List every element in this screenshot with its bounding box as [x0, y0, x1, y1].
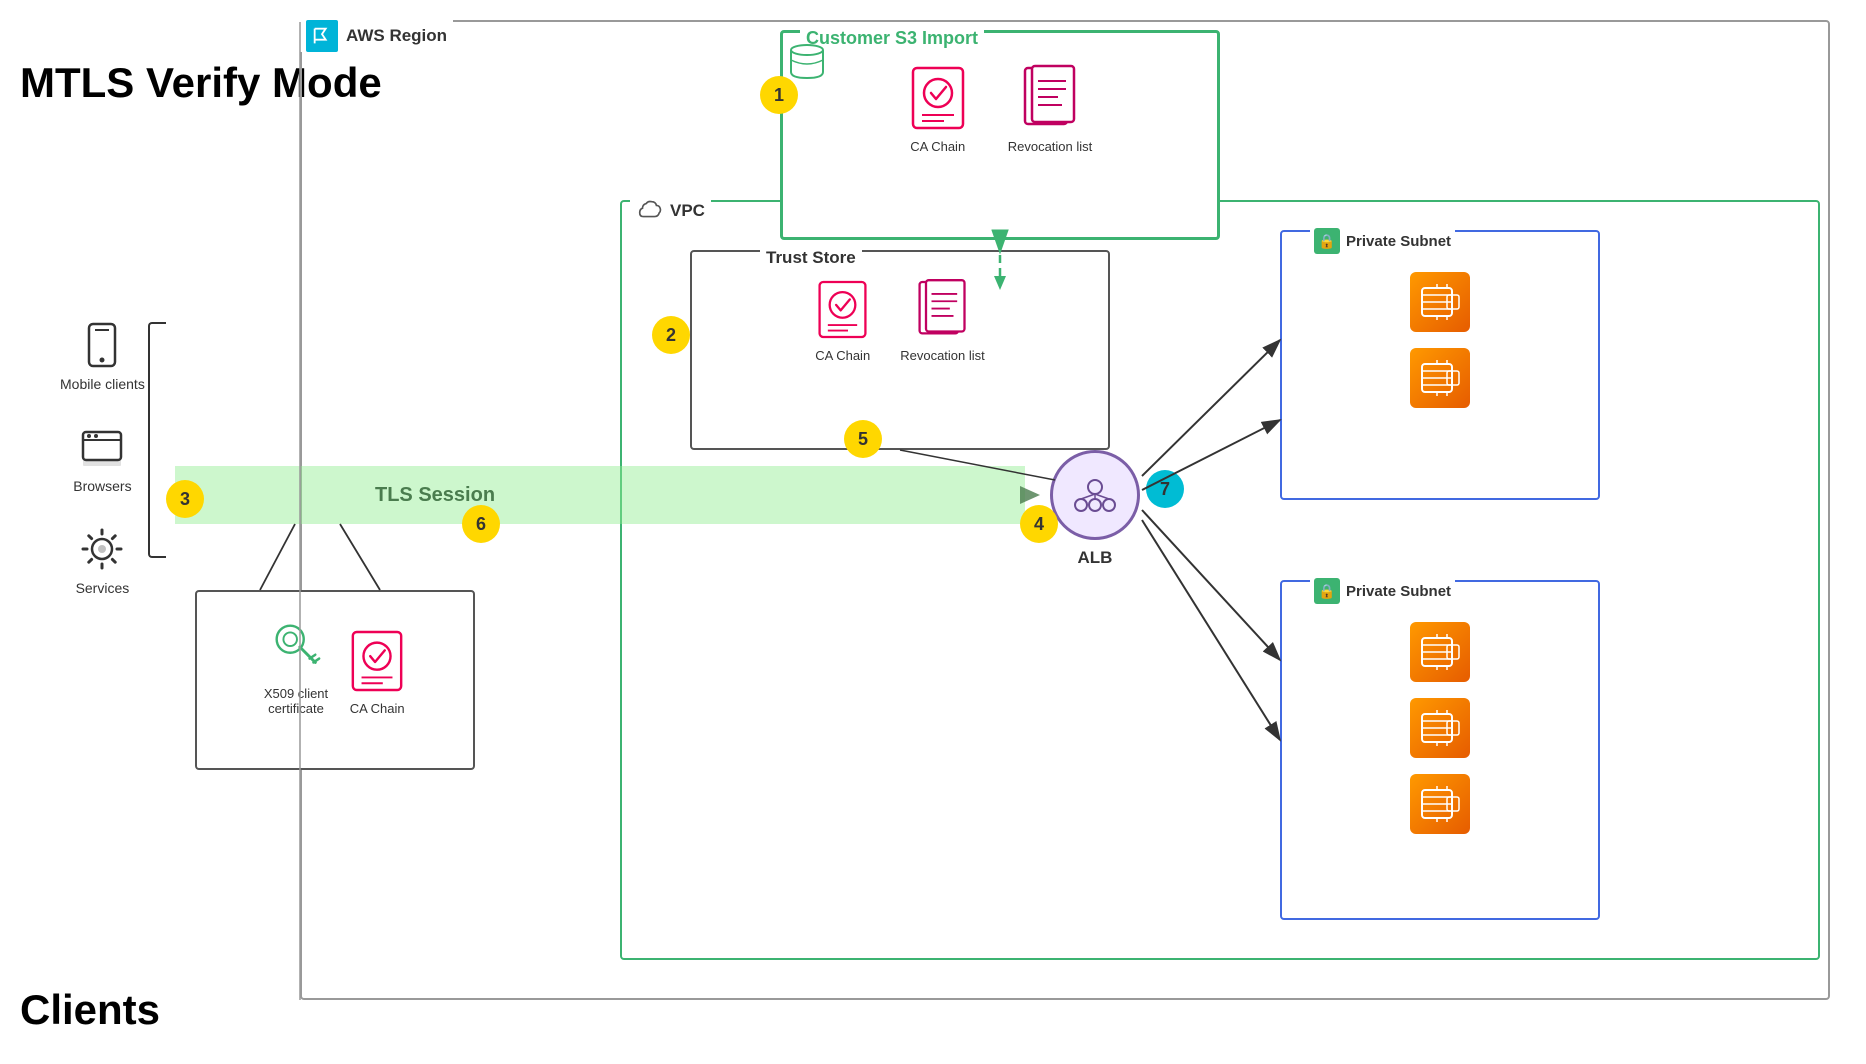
cert-ca-chain-label: CA Chain — [350, 701, 405, 716]
trust-store-label: Trust Store — [760, 248, 862, 268]
browser-icon — [77, 422, 127, 472]
ec2-svg-2b — [1419, 707, 1461, 749]
ec2-icon-2a — [1410, 622, 1470, 682]
vpc-text: VPC — [670, 201, 705, 221]
bracket-line — [148, 322, 166, 558]
browser-client-item: Browsers — [73, 422, 131, 494]
cert-ca-chain-col: CA Chain — [348, 627, 406, 716]
trust-store-contents: CA Chain Revocation list — [692, 252, 1108, 373]
ec2-icon-2b — [1410, 698, 1470, 758]
services-icon — [77, 524, 127, 574]
services-label: Services — [76, 580, 130, 596]
diagram-container: MTLS Verify Mode Clients Mobile clients … — [0, 0, 1866, 1064]
s3-import-box: CA Chain Revocation list — [780, 30, 1220, 240]
badge-7: 7 — [1146, 470, 1184, 508]
mobile-icon — [77, 320, 127, 370]
subnet2-ec2-list — [1282, 582, 1598, 854]
s3-import-contents: CA Chain Revocation list — [783, 33, 1217, 164]
s3-ca-chain-icon — [908, 63, 968, 133]
subnet-label-1: 🔒 Private Subnet — [1310, 228, 1455, 254]
clients-column: Mobile clients Browsers Services — [60, 320, 145, 596]
badge-6: 6 — [462, 505, 500, 543]
vpc-label: VPC — [630, 198, 711, 224]
tls-band: TLS Session — [175, 466, 1025, 524]
trust-store-box: CA Chain Revocation list — [690, 250, 1110, 450]
flag-svg — [311, 25, 333, 47]
private-subnet-1-box — [1280, 230, 1600, 500]
aws-region-text: AWS Region — [346, 26, 447, 46]
alb-icon — [1050, 450, 1140, 540]
cert-box: X509 client certificate CA Chain — [195, 590, 475, 770]
subnet1-ec2-list — [1282, 232, 1598, 428]
trust-ca-chain-icon — [815, 277, 870, 342]
ec2-svg-1a — [1419, 281, 1461, 323]
lock-badge-2: 🔒 — [1314, 578, 1340, 604]
subnet-label-2: 🔒 Private Subnet — [1310, 578, 1455, 604]
ec2-svg-2a — [1419, 631, 1461, 673]
ec2-icon-1b — [1410, 348, 1470, 408]
alb-svg — [1067, 467, 1123, 523]
badge-5: 5 — [844, 420, 882, 458]
s3-revocation-col: Revocation list — [1008, 63, 1093, 154]
trust-ca-chain-label: CA Chain — [815, 348, 870, 363]
ec2-icon-1a — [1410, 272, 1470, 332]
ec2-icon-2c — [1410, 774, 1470, 834]
trust-revocation-col: Revocation list — [900, 277, 985, 363]
cert-box-contents: X509 client certificate CA Chain — [197, 592, 473, 726]
trust-revocation-icon — [915, 277, 970, 342]
x509-label: X509 client certificate — [264, 686, 328, 716]
s3-bucket-area — [785, 38, 829, 87]
flag-icon — [306, 20, 338, 52]
mobile-label: Mobile clients — [60, 376, 145, 392]
x509-cert-col: X509 client certificate — [264, 612, 328, 716]
cert-ca-chain-icon — [348, 627, 406, 695]
s3-revocation-icon — [1020, 63, 1080, 133]
services-client-item: Services — [76, 524, 130, 596]
ec2-svg-2c — [1419, 783, 1461, 825]
badge-3: 3 — [166, 480, 204, 518]
s3-ca-chain-col: CA Chain — [908, 63, 968, 154]
browser-label: Browsers — [73, 478, 131, 494]
alb-label: ALB — [1052, 548, 1138, 568]
s3-ca-chain-label: CA Chain — [910, 139, 965, 154]
trust-ca-chain-col: CA Chain — [815, 277, 870, 363]
private-subnet-2-box — [1280, 580, 1600, 920]
lock-badge-1: 🔒 — [1314, 228, 1340, 254]
trust-revocation-label: Revocation list — [900, 348, 985, 363]
mobile-client-item: Mobile clients — [60, 320, 145, 392]
badge-1: 1 — [760, 76, 798, 114]
x509-icon — [267, 612, 325, 680]
tls-session-label: TLS Session — [375, 484, 495, 507]
s3-revocation-label: Revocation list — [1008, 139, 1093, 154]
s3-bucket-icon — [785, 38, 829, 82]
ec2-svg-1b — [1419, 357, 1461, 399]
aws-region-label: AWS Region — [300, 20, 453, 52]
badge-4: 4 — [1020, 505, 1058, 543]
clients-title: Clients — [20, 986, 160, 1034]
badge-2: 2 — [652, 316, 690, 354]
cloud-icon — [636, 198, 662, 224]
